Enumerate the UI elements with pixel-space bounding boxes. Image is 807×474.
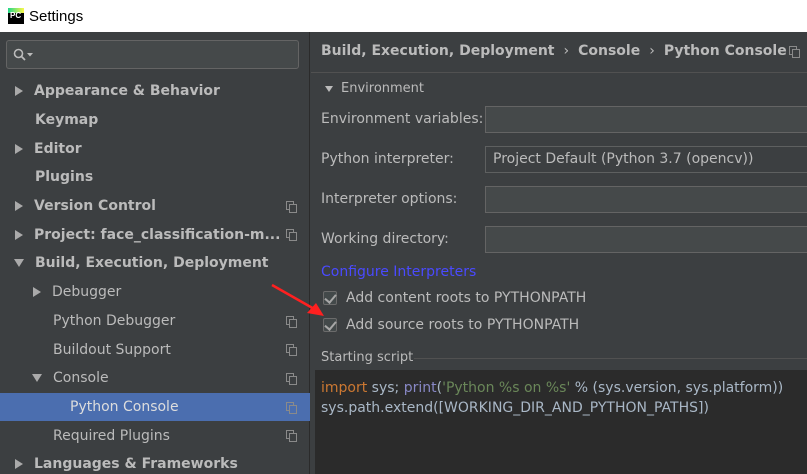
environment-section-label: Environment [341, 81, 425, 96]
sidebar-item[interactable]: Project: face_classification-m... [0, 220, 310, 249]
checkbox-checked-icon[interactable] [323, 318, 337, 332]
sidebar-item-label: Project: face_classification-m... [34, 226, 281, 243]
copy-icon [286, 430, 297, 443]
sidebar-item[interactable]: Editor [0, 134, 310, 163]
sidebar-item-label: Python Debugger [53, 312, 176, 329]
settings-content-panel: Build, Execution, Deployment › Console › Pyt… [311, 32, 807, 474]
sidebar-item[interactable]: Python Console [0, 392, 310, 422]
chevron-right-icon[interactable] [33, 287, 41, 298]
breadcrumb: Build, Execution, Deployment › Console › Pyt… [321, 43, 787, 59]
code-string: 'Python %s on %s' [442, 380, 571, 396]
working-dir-field[interactable] [485, 226, 807, 253]
copy-icon [286, 344, 297, 357]
sidebar-item[interactable]: Version Control [0, 192, 310, 221]
sidebar-item[interactable]: Plugins [0, 163, 310, 192]
source-roots-option[interactable]: Add source roots to PYTHONPATH [323, 317, 579, 333]
chevron-right-icon[interactable] [15, 86, 23, 97]
sidebar-item-label: Build, Execution, Deployment [35, 255, 269, 272]
sidebar-item[interactable]: Build, Execution, Deployment [0, 249, 310, 278]
sidebar-item-label: Plugins [35, 169, 94, 186]
code-keyword: import [321, 380, 368, 396]
sidebar-item[interactable]: Required Plugins [0, 421, 310, 450]
environment-section-toggle[interactable]: Environment [325, 81, 424, 96]
starting-script-label: Starting script [321, 350, 414, 365]
breadcrumb-item: Console [578, 43, 641, 59]
sidebar-item-label: Version Control [34, 198, 156, 215]
interpreter-label: Python interpreter: [321, 151, 454, 167]
code-line: sys.path.extend([WORKING_DIR_AND_PYTHON_… [321, 400, 709, 416]
settings-tree: Appearance & Behavior Keymap Editor Plugins… [0, 77, 310, 474]
copy-icon [286, 401, 297, 414]
configure-interpreters-link[interactable]: Configure Interpreters [321, 264, 476, 280]
sidebar-item-label: Editor [34, 140, 82, 157]
title-bar: PC Settings [0, 0, 807, 32]
chevron-down-icon[interactable] [14, 259, 24, 268]
divider [311, 72, 807, 73]
sidebar-item-label: Keymap [35, 112, 99, 129]
settings-sidebar: Appearance & Behavior Keymap Editor Plugins… [0, 32, 310, 474]
chevron-right-icon[interactable] [15, 459, 23, 470]
chevron-right-icon[interactable] [15, 143, 23, 154]
divider [414, 358, 807, 359]
code-line: import sys; print('Python %s on %s' % (s… [321, 378, 801, 398]
breadcrumb-separator: › [649, 43, 655, 59]
pycharm-app-icon: PC [8, 8, 24, 24]
source-roots-label: Add source roots to PYTHONPATH [346, 317, 580, 333]
code-builtin: print [403, 380, 437, 396]
interpreter-select[interactable]: Project Default (Python 3.7 (opencv)) [485, 146, 807, 173]
starting-script-editor[interactable]: import sys; print('Python %s on %s' % (s… [315, 370, 807, 474]
env-vars-label: Environment variables: [321, 111, 484, 127]
copy-icon [286, 372, 297, 385]
sidebar-item-label: Debugger [52, 284, 122, 301]
collapse-arrow-icon [325, 85, 333, 92]
sidebar-item[interactable]: Buildout Support [0, 335, 310, 364]
sidebar-item[interactable]: Python Debugger [0, 307, 310, 336]
chevron-down-icon[interactable] [32, 374, 42, 383]
sidebar-item[interactable]: Console [0, 364, 310, 393]
window-title: Settings [29, 7, 84, 25]
chevron-right-icon[interactable] [15, 201, 23, 212]
sidebar-item[interactable]: Debugger [0, 278, 310, 307]
sidebar-item-label: Required Plugins [53, 427, 170, 444]
copy-icon [286, 200, 297, 213]
sidebar-item[interactable]: Languages & Frameworks [0, 450, 310, 474]
annotation-arrow-icon [271, 283, 324, 316]
interpreter-options-field[interactable] [485, 186, 807, 213]
app-icon-text: PC [10, 11, 22, 20]
env-vars-field[interactable] [485, 106, 807, 133]
breadcrumb-item: Build, Execution, Deployment [321, 43, 555, 59]
sidebar-item-label: Buildout Support [53, 341, 171, 358]
content-roots-label: Add content roots to PYTHONPATH [346, 290, 587, 306]
sidebar-item-label: Appearance & Behavior [34, 83, 220, 100]
sidebar-item[interactable]: Appearance & Behavior [0, 77, 310, 106]
code-text: % (sys.version, sys.platform)) [570, 380, 784, 396]
interpreter-options-label: Interpreter options: [321, 191, 458, 207]
working-dir-label: Working directory: [321, 231, 449, 247]
sidebar-item-label: Console [53, 370, 109, 387]
code-text: sys; [367, 380, 404, 396]
sidebar-item[interactable]: Keymap [0, 106, 310, 135]
search-icon [13, 48, 33, 61]
copy-icon [286, 229, 297, 242]
breadcrumb-item: Python Console [663, 43, 787, 59]
sidebar-item-label: Python Console [70, 398, 179, 415]
content-roots-option[interactable]: Add content roots to PYTHONPATH [323, 290, 586, 306]
sidebar-item-label: Languages & Frameworks [34, 456, 238, 473]
copy-icon [789, 46, 800, 58]
breadcrumb-separator: › [563, 43, 570, 59]
search-input[interactable] [6, 40, 299, 69]
chevron-right-icon[interactable] [15, 229, 23, 240]
